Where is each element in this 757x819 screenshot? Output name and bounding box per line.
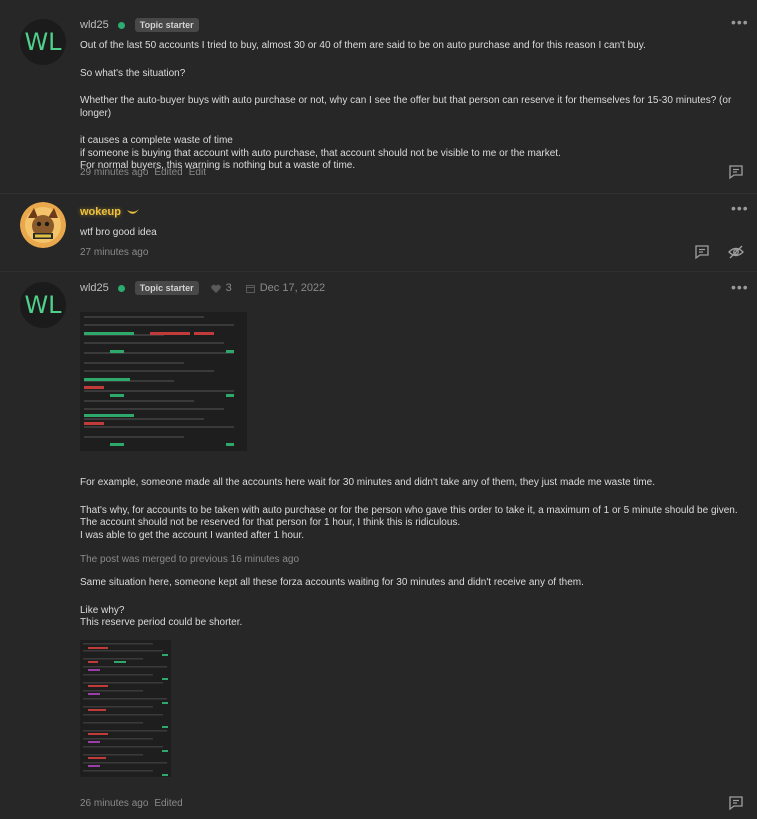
avatar[interactable]	[20, 202, 66, 248]
username[interactable]: wokeup	[80, 206, 121, 218]
likes-count: 3	[225, 282, 232, 294]
date-text: Dec 17, 2022	[259, 282, 326, 294]
divider	[0, 193, 757, 194]
hide-eye-icon[interactable]	[728, 244, 744, 260]
edit-link[interactable]: Edit	[189, 167, 206, 178]
calendar-icon	[245, 284, 255, 293]
post-paragraph: Whether the auto-buyer buys with auto pu…	[80, 95, 732, 119]
post-paragraph: Same situation here, someone kept all th…	[80, 577, 584, 588]
attached-screenshot[interactable]	[80, 640, 171, 777]
post-body: Same situation here, someone kept all th…	[80, 577, 740, 630]
online-indicator	[117, 284, 125, 292]
post-date[interactable]: Dec 17, 2022	[245, 282, 326, 294]
online-indicator	[117, 21, 125, 29]
post-paragraph: The account should not be reserved for t…	[80, 517, 461, 528]
attached-screenshot[interactable]	[80, 312, 247, 451]
post-body: wtf bro good idea	[80, 227, 740, 240]
avatar[interactable]: WL	[20, 19, 66, 65]
post-paragraph: it causes a complete waste of time	[80, 135, 233, 146]
avatar-initials: WL	[24, 28, 62, 56]
post-paragraph: So what's the situation?	[80, 67, 186, 79]
merged-notice: The post was merged to previous 16 minut…	[80, 554, 300, 565]
post-paragraph: For example, someone made all the accoun…	[80, 477, 655, 488]
edited-label[interactable]: Edited	[154, 798, 182, 809]
post-paragraph: That's why, for accounts to be taken wit…	[80, 504, 738, 516]
avatar[interactable]: WL	[20, 282, 66, 328]
more-options-icon[interactable]: •••	[731, 279, 749, 295]
topic-starter-badge: Topic starter	[134, 18, 199, 32]
post-paragraph: wtf bro good idea	[80, 227, 157, 238]
likes[interactable]: 3	[210, 282, 232, 294]
avatar-initials: WL	[24, 291, 62, 319]
topic-starter-badge: Topic starter	[134, 281, 199, 295]
reply-icon[interactable]	[728, 164, 744, 180]
heart-icon	[210, 284, 221, 293]
more-options-icon[interactable]: •••	[731, 14, 749, 30]
post-body: For example, someone made all the accoun…	[80, 477, 740, 542]
reply-icon[interactable]	[728, 795, 744, 811]
post-paragraph: Like why?	[80, 604, 125, 616]
post-time[interactable]: 27 minutes ago	[80, 247, 148, 258]
post-time[interactable]: 26 minutes ago	[80, 798, 148, 809]
edited-label[interactable]: Edited	[154, 167, 182, 178]
username[interactable]: wld25	[80, 282, 109, 294]
post-paragraph: if someone is buying that account with a…	[80, 147, 561, 159]
more-options-icon[interactable]: •••	[731, 200, 749, 216]
post-paragraph: I was able to get the account I wanted a…	[80, 529, 305, 541]
username[interactable]: wld25	[80, 19, 109, 31]
banana-icon	[126, 209, 139, 214]
post-paragraph: This reserve period could be shorter.	[80, 617, 243, 628]
reply-icon[interactable]	[694, 244, 710, 260]
post-paragraph: Out of the last 50 accounts I tried to b…	[80, 40, 646, 51]
divider	[0, 271, 757, 272]
post-body: Out of the last 50 accounts I tried to b…	[80, 40, 740, 173]
post-time[interactable]: 29 minutes ago	[80, 167, 148, 178]
